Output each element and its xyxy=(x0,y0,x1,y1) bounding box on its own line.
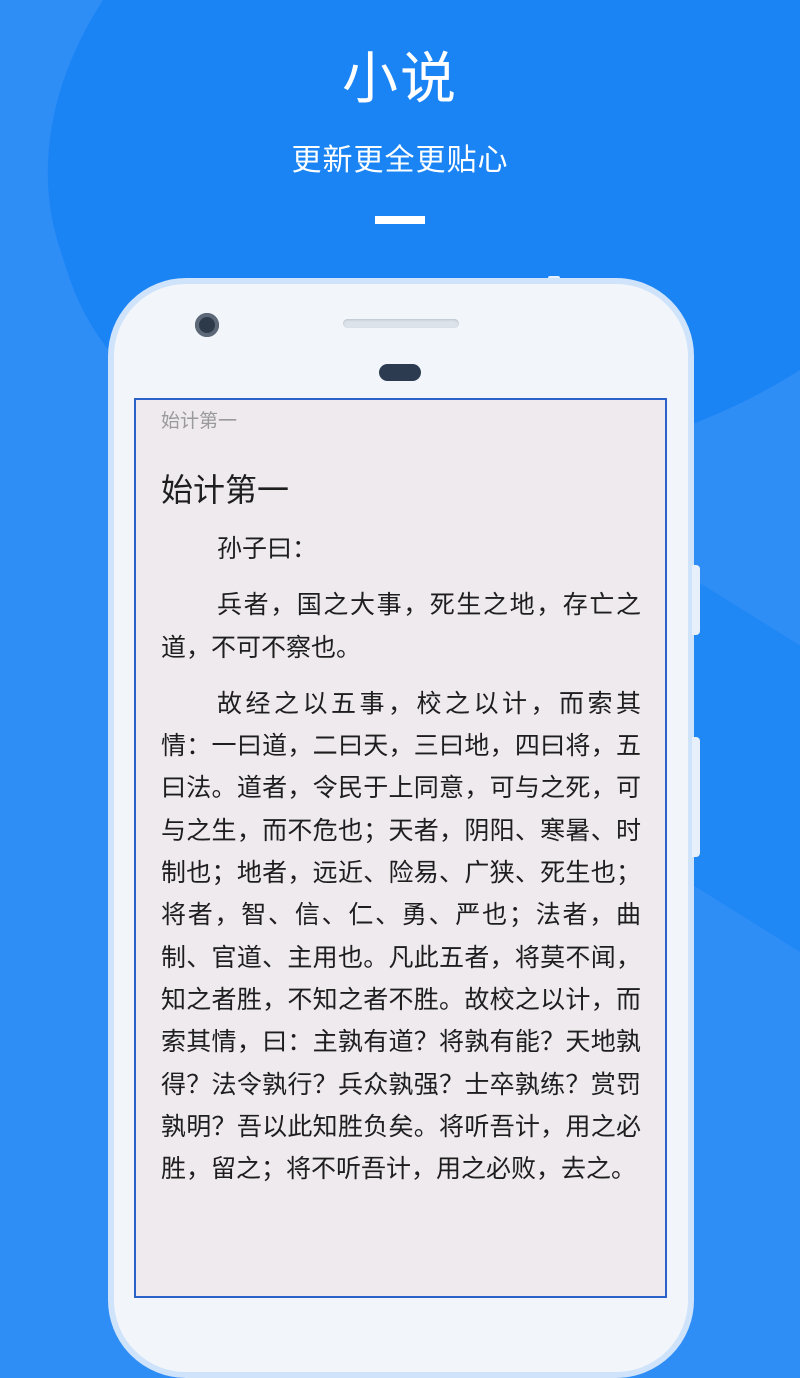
phone-side-button xyxy=(692,737,700,857)
phone-side-button xyxy=(692,565,700,635)
reader-screen[interactable]: 始计第一 始计第一 孙子曰： 兵者，国之大事，死生之地，存亡之道，不可不察也。 … xyxy=(134,398,667,1298)
hero-divider xyxy=(375,216,425,224)
speaker-grille xyxy=(343,319,459,328)
paragraph: 孙子曰： xyxy=(217,534,318,563)
paragraph: 兵者，国之大事，死生之地，存亡之道，不可不察也。 xyxy=(161,590,641,662)
sensor xyxy=(379,364,421,381)
hero-subtitle: 更新更全更贴心 xyxy=(291,143,509,178)
reader-header-chapter: 始计第一 xyxy=(161,410,238,432)
chapter-body[interactable]: 孙子曰： 兵者，国之大事，死生之地，存亡之道，不可不察也。 故经之以五事，校之以… xyxy=(161,528,641,1204)
camera-icon xyxy=(195,313,219,337)
hero-title: 小说 xyxy=(342,47,458,112)
paragraph: 故经之以五事，校之以计，而索其情：一曰道，二曰天，三曰地，四曰将，五曰法。道者，… xyxy=(161,688,641,1184)
chapter-title: 始计第一 xyxy=(161,471,290,509)
